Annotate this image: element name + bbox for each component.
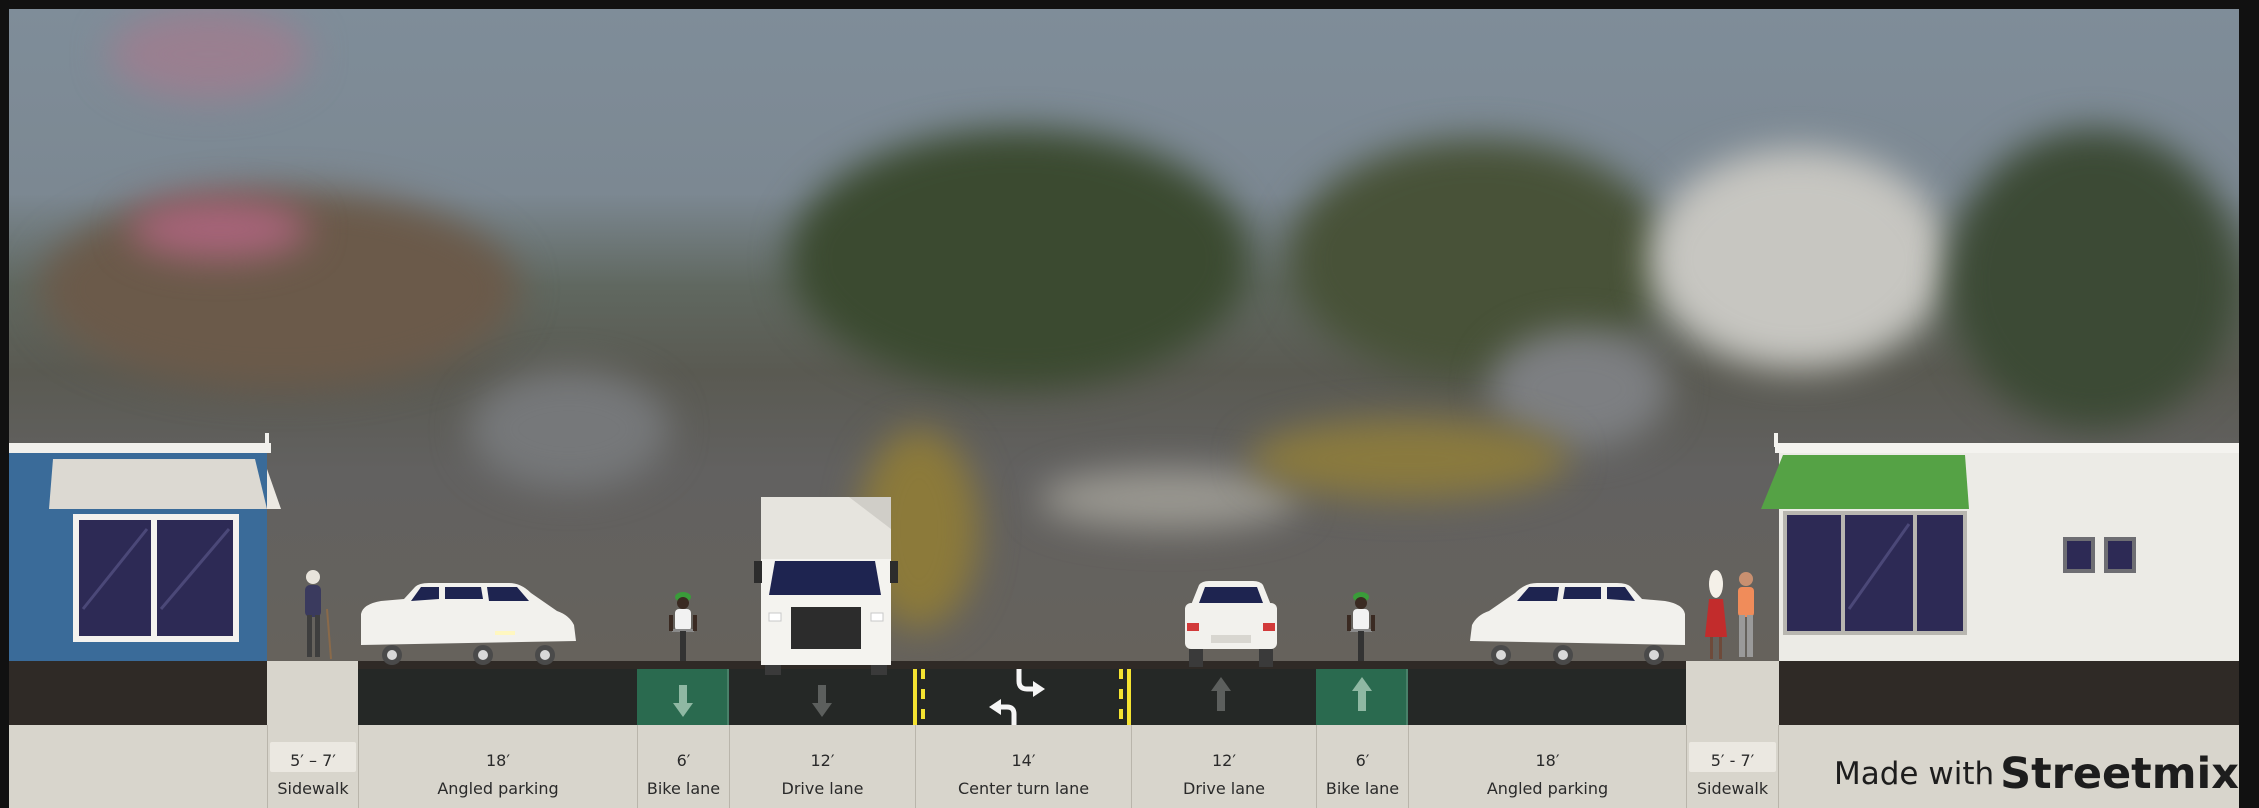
- watermark-brand-logo: Streetmix: [2000, 749, 2239, 799]
- segment-width-label: 6′: [1355, 751, 1370, 770]
- left-cyclist-icon: [669, 592, 697, 661]
- segment-width-label: 18′: [1535, 751, 1560, 770]
- segment-name-label: Sidewalk: [1696, 779, 1769, 798]
- segment-name-label: Bike lane: [646, 779, 721, 798]
- left-awning: [49, 459, 267, 509]
- segment-width-label: 6′: [676, 751, 691, 770]
- compact-car-icon: [1185, 581, 1277, 667]
- segment-name-label: Sidewalk: [277, 779, 349, 798]
- streetmix-watermark[interactable]: Made with Streetmix: [1834, 749, 2239, 799]
- segment-width-label: 5′ - 7′: [1710, 751, 1755, 770]
- segment-name-label: Angled parking: [1486, 779, 1609, 798]
- segment-width-label: 12′: [810, 751, 835, 770]
- pedestrian-man-orange-shirt-icon: [1738, 572, 1754, 657]
- segment-angled-parking-left[interactable]: 18′ Angled parking: [358, 725, 637, 808]
- segment-drive-lane-left[interactable]: 12′ Drive lane: [729, 725, 915, 808]
- segment-width-label: 14′: [1011, 751, 1036, 770]
- app-frame: 5′ – 7′ Sidewalk 18′ Angled parking 6′ B…: [0, 0, 2259, 808]
- segment-sidewalk-right[interactable]: 5′ - 7′ Sidewalk: [1686, 725, 1779, 808]
- segment-width-label: 5′ – 7′: [290, 751, 336, 770]
- road-surface: [358, 669, 1686, 725]
- segment-drive-lane-right[interactable]: 12′ Drive lane: [1131, 725, 1316, 808]
- segment-width-label: 12′: [1212, 751, 1236, 770]
- segment-name-label: Angled parking: [437, 779, 559, 798]
- segment-name-label: Bike lane: [1325, 779, 1400, 798]
- right-sidewalk-surface: [1686, 661, 1779, 725]
- right-parked-car-icon: [1470, 583, 1685, 665]
- left-sidewalk-surface: [267, 661, 358, 725]
- watermark-prefix: Made with: [1834, 756, 1995, 792]
- right-cyclist-icon: [1347, 592, 1375, 661]
- segment-sidewalk-left[interactable]: 5′ – 7′ Sidewalk: [267, 725, 358, 808]
- segment-center-turn-lane[interactable]: 14′ Center turn lane: [915, 725, 1131, 808]
- segment-labels-bar: 5′ – 7′ Sidewalk 18′ Angled parking 6′ B…: [9, 725, 2239, 808]
- street-cross-section-drawing: [9, 433, 2239, 725]
- segment-angled-parking-right[interactable]: 18′ Angled parking: [1408, 725, 1686, 808]
- segment-name-label: Drive lane: [781, 779, 864, 798]
- segment-bike-lane-right[interactable]: 6′ Bike lane: [1316, 725, 1408, 808]
- pedestrian-woman-red-dress-icon: [1705, 570, 1727, 659]
- street-section-scene: 5′ – 7′ Sidewalk 18′ Angled parking 6′ B…: [9, 9, 2239, 808]
- right-awning: [1761, 455, 1969, 509]
- segment-name-label: Center turn lane: [957, 779, 1090, 798]
- segment-name-label: Drive lane: [1183, 779, 1265, 798]
- left-building: [9, 433, 281, 661]
- right-building: [1761, 433, 2239, 661]
- segment-width-label: 18′: [486, 751, 510, 770]
- segment-bike-lane-left[interactable]: 6′ Bike lane: [637, 725, 729, 808]
- pedestrian-elderly-icon: [305, 570, 332, 660]
- box-truck-icon: [754, 497, 898, 675]
- left-parked-car-icon: [361, 583, 576, 665]
